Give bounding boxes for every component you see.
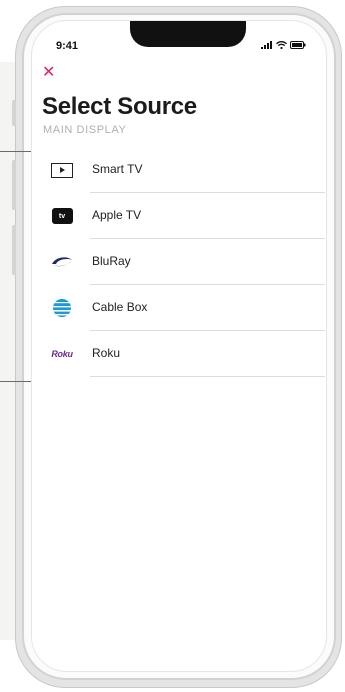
- callout-line-bottom: [0, 381, 32, 382]
- smart-tv-icon: [50, 160, 74, 180]
- source-item-roku[interactable]: Roku Roku: [32, 331, 326, 377]
- signal-icon: [261, 41, 272, 49]
- wifi-icon: [276, 41, 287, 49]
- source-label: Roku: [92, 346, 121, 360]
- status-time: 9:41: [56, 40, 79, 52]
- bluray-icon: [50, 252, 74, 272]
- volume-up-button: [12, 160, 16, 210]
- source-label: Cable Box: [92, 300, 148, 314]
- apple-tv-badge: tv: [58, 212, 66, 220]
- att-globe-icon: [50, 298, 74, 318]
- status-icons: [261, 41, 306, 49]
- page: ··· ··· 9:41 ✕ Select Source: [0, 0, 345, 692]
- page-title: Select Source: [42, 93, 197, 120]
- source-label: Smart TV: [92, 162, 143, 176]
- source-list: Smart TV tv Apple TV BluRay Cable Box Ro…: [32, 147, 326, 377]
- callout-line-top: [0, 151, 32, 152]
- source-label: BluRay: [92, 254, 131, 268]
- apple-tv-icon: tv: [50, 206, 74, 226]
- battery-icon: [290, 41, 306, 49]
- source-label: Apple TV: [92, 208, 142, 222]
- silent-switch: [12, 100, 16, 126]
- roku-logo: Roku: [50, 344, 74, 364]
- page-subtitle: MAIN DISPLAY: [43, 124, 127, 136]
- divider: [90, 376, 325, 377]
- volume-down-button: [12, 225, 16, 275]
- source-item-smart-tv[interactable]: Smart TV: [32, 147, 326, 193]
- notch: [130, 21, 246, 47]
- phone-screen: 9:41 ✕ Select Source MAIN DISPLAY Smart …: [31, 20, 327, 672]
- source-item-apple-tv[interactable]: tv Apple TV: [32, 193, 326, 239]
- source-item-bluray[interactable]: BluRay: [32, 239, 326, 285]
- source-item-cable-box[interactable]: Cable Box: [32, 285, 326, 331]
- close-icon[interactable]: ✕: [42, 65, 55, 81]
- roku-logo-text: Roku: [51, 349, 73, 359]
